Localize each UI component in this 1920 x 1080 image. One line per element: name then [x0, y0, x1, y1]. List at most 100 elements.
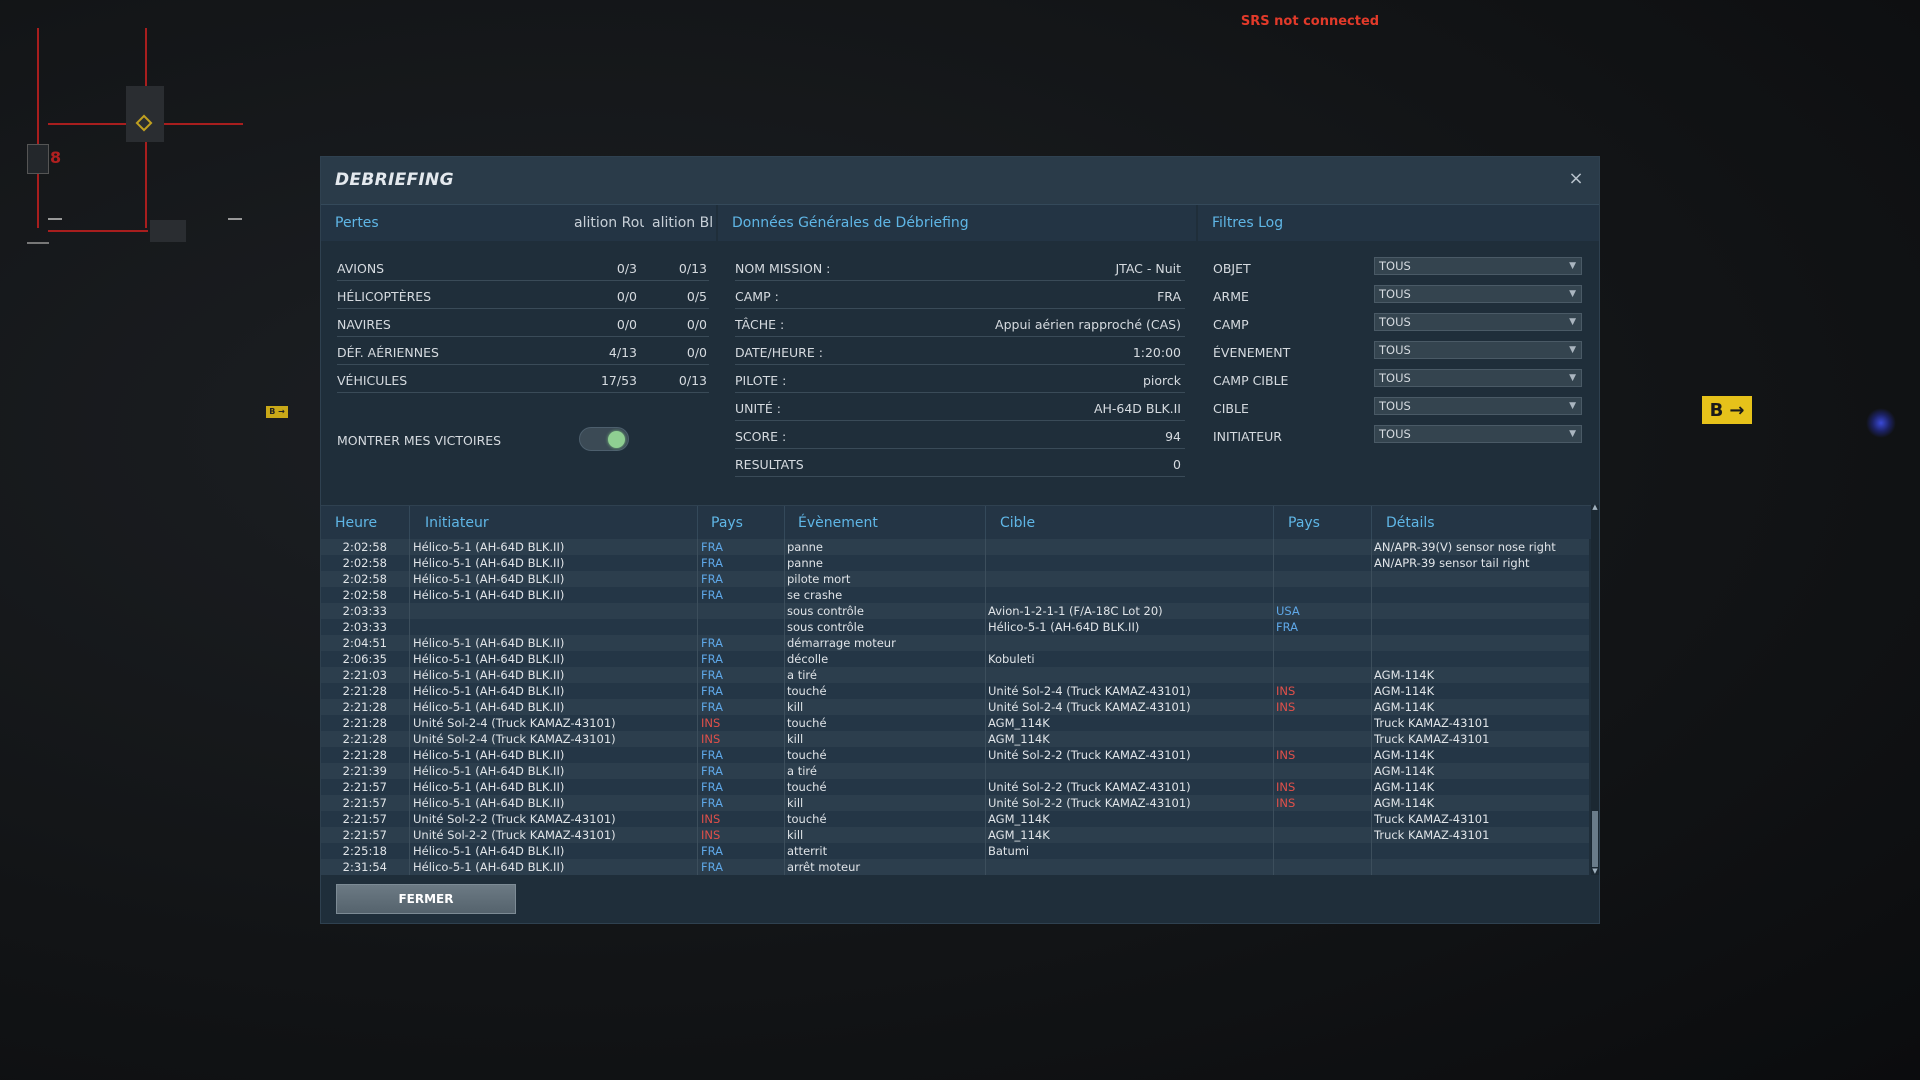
log-row[interactable]: 2:21:28 Unité Sol-2-4 (Truck KAMAZ-43101)… — [321, 715, 1589, 731]
log-table-body[interactable]: 2:02:58 Hélico-5-1 (AH-64D BLK.II) FRA pann… — [321, 539, 1589, 875]
fermer-button[interactable]: FERMER — [336, 884, 516, 914]
general-row: TÂCHE : Appui aérien rapproché (CAS) — [735, 309, 1185, 337]
log-details: AGM-114K — [1374, 748, 1435, 762]
hud-overlay: 8 — [0, 0, 300, 260]
log-row[interactable]: 2:03:33 sous contrôle Hélico-5-1 (AH-64D B… — [321, 619, 1589, 635]
scroll-down-icon[interactable]: ▼ — [1591, 867, 1599, 875]
log-time: 2:21:57 — [342, 780, 387, 794]
log-event: arrêt moteur — [787, 860, 861, 874]
losses-row: DÉF. AÉRIENNES 4/13 0/0 — [337, 337, 709, 365]
log-target: AGM_114K — [988, 716, 1050, 730]
log-target-country: FRA — [1276, 620, 1299, 634]
col-details[interactable]: Détails — [1386, 515, 1435, 531]
log-details: AGM-114K — [1374, 780, 1435, 794]
arrow-right-icon: → — [1729, 399, 1745, 421]
chevron-down-icon: ▼ — [1569, 317, 1576, 327]
log-row[interactable]: 2:02:58 Hélico-5-1 (AH-64D BLK.II) FRA se c… — [321, 587, 1589, 603]
log-time: 2:02:58 — [342, 556, 387, 570]
col-heure[interactable]: Heure — [335, 515, 377, 531]
general-label: DATE/HEURE : — [735, 345, 823, 360]
log-details: AGM-114K — [1374, 796, 1435, 810]
col-initiateur[interactable]: Initiateur — [425, 515, 489, 531]
filter-select[interactable]: TOUS ▼ — [1374, 369, 1582, 387]
log-details: Truck KAMAZ-43101 — [1374, 732, 1490, 746]
log-row[interactable]: 2:03:33 sous contrôle Avion-1-2-1-1 (F/A-1… — [321, 603, 1589, 619]
filter-select[interactable]: TOUS ▼ — [1374, 341, 1582, 359]
log-time: 2:02:58 — [342, 572, 387, 586]
log-table-header: Heure Initiateur Pays Évènement Cible Pa… — [321, 505, 1591, 540]
log-country: FRA — [701, 700, 724, 714]
log-details: AGM-114K — [1374, 764, 1435, 778]
losses-row: NAVIRES 0/0 0/0 — [337, 309, 709, 337]
log-initiator: Hélico-5-1 (AH-64D BLK.II) — [413, 780, 565, 794]
col-pays-cible[interactable]: Pays — [1288, 515, 1320, 531]
log-row[interactable]: 2:04:51 Hélico-5-1 (AH-64D BLK.II) FRA déma… — [321, 635, 1589, 651]
log-country: FRA — [701, 860, 724, 874]
log-row[interactable]: 2:21:03 Hélico-5-1 (AH-64D BLK.II) FRA a ti… — [321, 667, 1589, 683]
filter-select[interactable]: TOUS ▼ — [1374, 257, 1582, 275]
log-row[interactable]: 2:31:54 Hélico-5-1 (AH-64D BLK.II) FRA arrê… — [321, 859, 1589, 875]
losses-blue-value: 0/13 — [678, 373, 707, 388]
log-event: a tiré — [787, 668, 817, 682]
log-row[interactable]: 2:21:28 Unité Sol-2-4 (Truck KAMAZ-43101)… — [321, 731, 1589, 747]
toggle-knob — [608, 431, 625, 448]
log-details: AGM-114K — [1374, 684, 1435, 698]
log-target: Unité Sol-2-4 (Truck KAMAZ-43101) — [988, 700, 1191, 714]
col-pays[interactable]: Pays — [711, 515, 743, 531]
log-row[interactable]: 2:21:57 Unité Sol-2-2 (Truck KAMAZ-43101)… — [321, 811, 1589, 827]
log-initiator: Hélico-5-1 (AH-64D BLK.II) — [413, 796, 565, 810]
log-target-country: INS — [1276, 748, 1296, 762]
log-row[interactable]: 2:21:28 Hélico-5-1 (AH-64D BLK.II) FRA touc… — [321, 747, 1589, 763]
log-target: Batumi — [988, 844, 1030, 858]
log-time: 2:21:57 — [342, 796, 387, 810]
scroll-up-icon[interactable]: ▲ — [1591, 503, 1599, 511]
log-event: touché — [787, 780, 827, 794]
log-row[interactable]: 2:21:57 Hélico-5-1 (AH-64D BLK.II) FRA touc… — [321, 779, 1589, 795]
close-icon[interactable]: × — [1565, 168, 1587, 190]
show-victories-label: MONTRER MES VICTOIRES — [337, 433, 502, 448]
general-value: piorck — [1142, 373, 1181, 388]
filter-select[interactable]: TOUS ▼ — [1374, 397, 1582, 415]
log-row[interactable]: 2:02:58 Hélico-5-1 (AH-64D BLK.II) FRA pann… — [321, 539, 1589, 555]
general-row: SCORE : 94 — [735, 421, 1185, 449]
show-victories-toggle[interactable] — [579, 427, 629, 451]
filter-label: CIBLE — [1213, 401, 1249, 416]
log-event: démarrage moteur — [787, 636, 896, 650]
log-row[interactable]: 2:06:35 Hélico-5-1 (AH-64D BLK.II) FRA déco… — [321, 651, 1589, 667]
losses-red-value: 4/13 — [608, 345, 637, 360]
log-country: FRA — [701, 684, 724, 698]
filter-select[interactable]: TOUS ▼ — [1374, 425, 1582, 443]
log-row[interactable]: 2:02:58 Hélico-5-1 (AH-64D BLK.II) FRA pilo… — [321, 571, 1589, 587]
log-row[interactable]: 2:21:39 Hélico-5-1 (AH-64D BLK.II) FRA a ti… — [321, 763, 1589, 779]
log-initiator: Hélico-5-1 (AH-64D BLK.II) — [413, 572, 565, 586]
log-row[interactable]: 2:21:57 Hélico-5-1 (AH-64D BLK.II) FRA kill… — [321, 795, 1589, 811]
log-country: INS — [701, 732, 721, 746]
general-label: NOM MISSION : — [735, 261, 831, 276]
col-evenement[interactable]: Évènement — [798, 515, 878, 531]
log-row[interactable]: 2:21:28 Hélico-5-1 (AH-64D BLK.II) FRA touc… — [321, 683, 1589, 699]
log-row[interactable]: 2:25:18 Hélico-5-1 (AH-64D BLK.II) FRA atte… — [321, 843, 1589, 859]
losses-red-value: 17/53 — [600, 373, 637, 388]
log-row[interactable]: 2:21:57 Unité Sol-2-2 (Truck KAMAZ-43101)… — [321, 827, 1589, 843]
log-target-country: INS — [1276, 780, 1296, 794]
log-country: FRA — [701, 668, 724, 682]
general-label: TÂCHE : — [735, 317, 785, 332]
log-row[interactable]: 2:21:28 Hélico-5-1 (AH-64D BLK.II) FRA kill… — [321, 699, 1589, 715]
col-cible[interactable]: Cible — [1000, 515, 1035, 531]
general-row: CAMP : FRA — [735, 281, 1185, 309]
log-event: panne — [787, 556, 823, 570]
log-country: INS — [701, 828, 721, 842]
filter-select[interactable]: TOUS ▼ — [1374, 313, 1582, 331]
log-time: 2:21:28 — [342, 732, 387, 746]
filter-label: INITIATEUR — [1213, 429, 1282, 444]
log-initiator: Hélico-5-1 (AH-64D BLK.II) — [413, 700, 565, 714]
general-label: UNITÉ : — [735, 401, 781, 416]
log-row[interactable]: 2:02:58 Hélico-5-1 (AH-64D BLK.II) FRA pann… — [321, 555, 1589, 571]
log-scroll-thumb[interactable] — [1592, 811, 1598, 867]
log-target-country: INS — [1276, 796, 1296, 810]
log-event: kill — [787, 732, 804, 746]
general-row: UNITÉ : AH-64D BLK.II — [735, 393, 1185, 421]
filter-label: CAMP — [1213, 317, 1249, 332]
filter-select[interactable]: TOUS ▼ — [1374, 285, 1582, 303]
log-time: 2:21:28 — [342, 700, 387, 714]
